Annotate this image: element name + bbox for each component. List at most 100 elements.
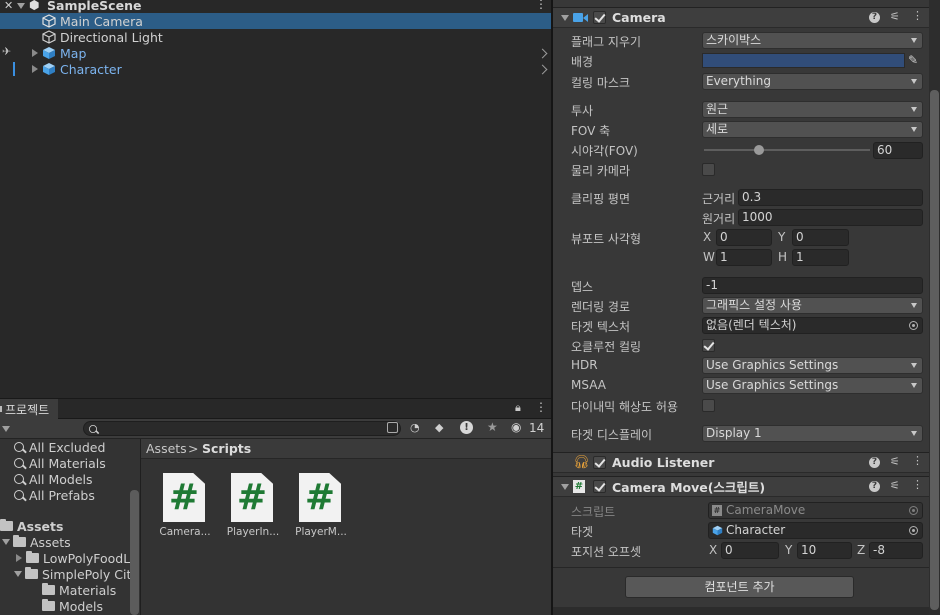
folder-row[interactable]: Models bbox=[42, 598, 103, 614]
filter-by-type-icon[interactable]: ◔ bbox=[410, 421, 420, 434]
folder-row-assets[interactable]: Assets bbox=[2, 534, 71, 550]
camera-component-header[interactable]: Camera ? ⚟ ⋮ bbox=[553, 7, 929, 28]
clear-flags-label: 플래그 지우기 bbox=[571, 35, 642, 49]
chevron-right-icon[interactable] bbox=[537, 48, 548, 59]
target-field[interactable]: Character bbox=[708, 522, 923, 539]
fov-value-field[interactable]: 60 bbox=[873, 142, 923, 159]
rendering-path-dropdown[interactable]: 그래픽스 설정 사용 bbox=[702, 297, 923, 314]
favorite-item[interactable]: All Models bbox=[14, 471, 93, 487]
culling-mask-dropdown[interactable]: Everything bbox=[702, 73, 923, 90]
add-component-button[interactable]: 컴포넌트 추가 bbox=[625, 576, 854, 598]
scene-row[interactable]: ✕ ⬢ SampleScene ⋮ bbox=[0, 0, 551, 14]
filter-by-label-icon[interactable]: ◆ bbox=[435, 421, 443, 434]
folder-tree-scrollbar[interactable] bbox=[130, 490, 139, 615]
breadcrumb-assets[interactable]: Assets bbox=[146, 441, 187, 456]
fov-axis-dropdown[interactable]: 세로 bbox=[702, 121, 923, 138]
script-asset-player-input[interactable]: # PlayerIn... bbox=[224, 473, 282, 538]
expand-arrow-icon[interactable] bbox=[2, 539, 10, 545]
folder-row[interactable]: SimplePoly Cit bbox=[14, 566, 131, 582]
fov-slider-track[interactable] bbox=[704, 145, 870, 155]
help-icon[interactable]: ? bbox=[869, 457, 880, 468]
favorite-item[interactable]: All Materials bbox=[14, 455, 106, 471]
viewport-y-field[interactable]: 0 bbox=[792, 229, 849, 246]
help-icon[interactable]: ? bbox=[869, 481, 880, 492]
component-menu-icon[interactable]: ⋮ bbox=[912, 478, 923, 491]
physical-camera-checkbox[interactable] bbox=[702, 163, 715, 176]
presets-icon[interactable]: ⚟ bbox=[890, 10, 900, 23]
occlusion-culling-checkbox[interactable] bbox=[702, 339, 715, 352]
offset-z-field[interactable]: -8 bbox=[869, 542, 923, 559]
viewport-w-field[interactable]: 1 bbox=[716, 249, 772, 266]
breadcrumb-scripts[interactable]: Scripts bbox=[202, 441, 251, 456]
hierarchy-item-directional-light[interactable]: Directional Light bbox=[0, 29, 551, 45]
hierarchy-item-label: Directional Light bbox=[60, 30, 163, 45]
far-clip-field[interactable]: 1000 bbox=[738, 209, 923, 226]
folder-row[interactable]: Materials bbox=[42, 582, 116, 598]
viewport-x-field[interactable]: 0 bbox=[716, 229, 772, 246]
collapse-arrow-icon[interactable] bbox=[561, 484, 569, 490]
object-picker-icon[interactable] bbox=[909, 321, 918, 330]
expand-arrow-icon[interactable] bbox=[32, 49, 38, 57]
near-clip-field[interactable]: 0.3 bbox=[738, 189, 923, 206]
tab-menu-icon[interactable]: ⋮ bbox=[535, 400, 547, 414]
search-input[interactable] bbox=[83, 421, 401, 436]
dynamic-resolution-checkbox[interactable] bbox=[702, 399, 715, 412]
favorite-item[interactable]: All Prefabs bbox=[14, 487, 95, 503]
lock-icon[interactable]: 🔒︎ bbox=[515, 401, 521, 415]
presets-icon[interactable]: ⚟ bbox=[890, 455, 900, 468]
expand-arrow-icon[interactable] bbox=[32, 65, 38, 73]
scene-menu-icon[interactable]: ⋮ bbox=[535, 0, 547, 11]
hidden-eye-icon[interactable]: ◉ bbox=[511, 420, 521, 434]
background-color-field[interactable] bbox=[702, 53, 905, 68]
clear-flags-dropdown[interactable]: 스카이박스 bbox=[702, 32, 923, 49]
pick-toggle-marker[interactable] bbox=[13, 62, 15, 76]
fov-slider-thumb[interactable] bbox=[754, 145, 764, 155]
eyedropper-icon[interactable]: ✎ bbox=[908, 53, 918, 67]
audio-listener-enabled-checkbox[interactable] bbox=[593, 456, 606, 469]
component-menu-icon[interactable]: ⋮ bbox=[912, 454, 923, 467]
depth-field[interactable]: -1 bbox=[702, 277, 923, 294]
create-dropdown-icon[interactable] bbox=[2, 426, 10, 432]
object-picker-icon[interactable] bbox=[909, 526, 918, 535]
viewport-h-field[interactable]: 1 bbox=[792, 249, 849, 266]
hierarchy-item-character[interactable]: Character bbox=[0, 61, 551, 77]
search-type-icon[interactable] bbox=[387, 422, 398, 433]
inspector-scrollbar[interactable] bbox=[930, 90, 939, 610]
camera-move-enabled-checkbox[interactable] bbox=[593, 480, 606, 493]
tab-project[interactable]: 프로젝트 bbox=[0, 399, 58, 419]
offset-y-field[interactable]: 10 bbox=[797, 542, 852, 559]
target-display-dropdown[interactable]: Display 1 bbox=[702, 425, 923, 442]
camera-move-header[interactable]: # Camera Move(스크립트) ? ⚟ ⋮ bbox=[553, 476, 929, 497]
expand-arrow-icon[interactable] bbox=[17, 3, 25, 9]
favorite-star-icon[interactable]: ★ bbox=[487, 420, 498, 434]
script-asset-player-move[interactable]: # PlayerM... bbox=[292, 473, 350, 538]
position-offset-label: 포지션 오프셋 bbox=[571, 545, 642, 559]
component-menu-icon[interactable]: ⋮ bbox=[912, 9, 923, 22]
presets-icon[interactable]: ⚟ bbox=[890, 479, 900, 492]
favorite-item[interactable]: All Excluded bbox=[14, 439, 105, 455]
hdr-dropdown[interactable]: Use Graphics Settings bbox=[702, 357, 923, 374]
help-icon[interactable]: ? bbox=[869, 12, 880, 23]
object-picker-icon bbox=[909, 506, 918, 515]
offset-x-field[interactable]: 0 bbox=[721, 542, 779, 559]
script-asset-camera[interactable]: # Camera... bbox=[156, 473, 214, 538]
chevron-right-icon[interactable] bbox=[537, 64, 548, 75]
collapse-arrow-icon[interactable] bbox=[561, 15, 569, 21]
audio-listener-header[interactable]: 🎧︎ Audio Listener ? ⚟ ⋮ bbox=[553, 452, 929, 473]
expand-arrow-icon[interactable] bbox=[16, 554, 22, 562]
hierarchy-item-main-camera[interactable]: Main Camera bbox=[0, 13, 551, 29]
projection-dropdown[interactable]: 원근 bbox=[702, 101, 923, 118]
camera-enabled-checkbox[interactable] bbox=[593, 11, 606, 24]
folder-row[interactable]: LowPolyFoodL bbox=[16, 550, 130, 566]
background-color-swatch bbox=[703, 54, 904, 67]
offset-x-label: X bbox=[709, 543, 718, 557]
visibility-toggle-icon[interactable]: ✈ bbox=[2, 45, 11, 58]
expand-arrow-icon[interactable] bbox=[14, 571, 22, 577]
msaa-dropdown[interactable]: Use Graphics Settings bbox=[702, 377, 923, 394]
target-texture-field[interactable]: 없음(렌더 텍스처) bbox=[702, 317, 923, 334]
hierarchy-item-map[interactable]: ✈ Map bbox=[0, 45, 551, 61]
warning-filter-icon[interactable]: ! bbox=[460, 421, 473, 434]
hierarchy-item-label: Character bbox=[60, 62, 122, 77]
assets-root-row[interactable]: Assets bbox=[0, 518, 63, 534]
physical-camera-label: 물리 카메라 bbox=[571, 164, 631, 178]
